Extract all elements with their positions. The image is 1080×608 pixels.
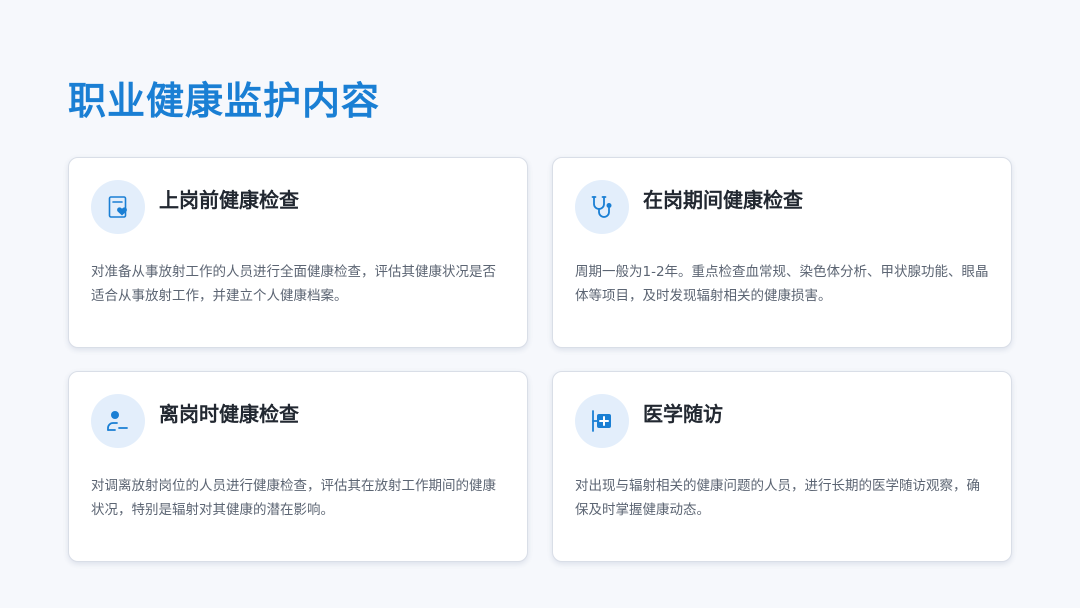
card-title: 在岗期间健康检查	[643, 188, 803, 212]
card-description: 对调离放射岗位的人员进行健康检查，评估其在放射工作期间的健康状况，特别是辐射对其…	[91, 478, 496, 518]
card-medical-follow-up: 医学随访 对出现与辐射相关的健康问题的人员，进行长期的医学随访观察，确保及时掌握…	[552, 371, 1012, 562]
card-title: 上岗前健康检查	[159, 188, 299, 212]
stethoscope-icon	[575, 180, 629, 234]
medical-follow-up-icon	[575, 394, 629, 448]
card-title: 离岗时健康检查	[159, 402, 299, 426]
card-description: 对准备从事放射工作的人员进行全面健康检查，评估其健康状况是否适合从事放射工作，并…	[91, 264, 496, 304]
card-description: 周期一般为1-2年。重点检查血常规、染色体分析、甲状腺功能、眼晶体等项目，及时发…	[575, 264, 989, 304]
card-description: 对出现与辐射相关的健康问题的人员，进行长期的医学随访观察，确保及时掌握健康动态。	[575, 478, 980, 518]
card-on-duty-exam: 在岗期间健康检查 周期一般为1-2年。重点检查血常规、染色体分析、甲状腺功能、眼…	[552, 157, 1012, 348]
card-title: 医学随访	[643, 402, 723, 426]
card-pre-employment-exam: 上岗前健康检查 对准备从事放射工作的人员进行全面健康检查，评估其健康状况是否适合…	[68, 157, 528, 348]
user-minus-icon	[91, 394, 145, 448]
page-title: 职业健康监护内容	[68, 79, 381, 123]
clipboard-heart-icon	[91, 180, 145, 234]
card-departure-exam: 离岗时健康检查 对调离放射岗位的人员进行健康检查，评估其在放射工作期间的健康状况…	[68, 371, 528, 562]
